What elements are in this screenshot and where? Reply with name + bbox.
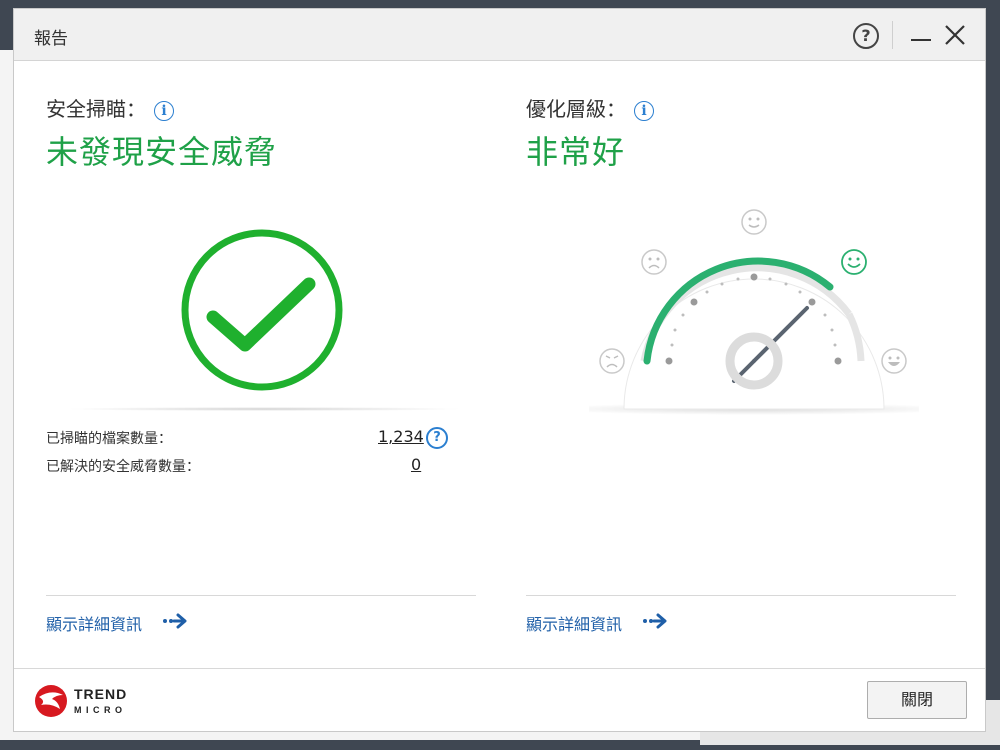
neutral-face-icon [741, 209, 767, 235]
optimization-gauge [589, 209, 919, 415]
optimization-label: 優化層級： [526, 97, 626, 121]
logo-line1: TREND [74, 686, 127, 702]
help-button[interactable]: ? [853, 23, 879, 49]
double-arrow-right-icon[interactable] [642, 611, 668, 631]
security-scan-heading: 安全掃瞄： i [46, 93, 174, 122]
dialog-footer: TREND MICRO 關閉 [14, 668, 985, 731]
report-dialog: 報告 ? 安全掃瞄： i 未發現安全威脅 已掃瞄的檔案數量： 1,234 ? 已解… [13, 8, 986, 732]
security-details-link[interactable]: 顯示詳細資訊 [46, 611, 142, 635]
smile-face-icon [841, 249, 867, 275]
title-bar: 報告 ? [14, 9, 985, 61]
minimize-button[interactable] [911, 39, 931, 41]
check-shadow [64, 407, 464, 411]
question-icon[interactable]: ? [426, 427, 448, 449]
optimization-status: 非常好 [526, 133, 626, 171]
resolved-threats-count[interactable]: 0 [411, 455, 421, 474]
security-scan-label: 安全掃瞄： [46, 97, 146, 121]
check-circle-icon [181, 229, 343, 391]
right-divider [526, 595, 956, 596]
info-icon[interactable]: i [154, 100, 174, 121]
scanned-files-count[interactable]: 1,234 [378, 427, 424, 446]
scanned-files-label: 已掃瞄的檔案數量： [46, 431, 172, 447]
optimization-details-link[interactable]: 顯示詳細資訊 [526, 611, 622, 635]
info-icon[interactable]: i [634, 100, 654, 121]
dialog-title: 報告 [34, 29, 68, 49]
happy-face-icon [881, 348, 907, 374]
angry-face-icon [599, 348, 625, 374]
sad-face-icon [641, 249, 667, 275]
left-divider [46, 595, 476, 596]
title-separator [892, 21, 893, 49]
security-status: 未發現安全威脅 [46, 133, 278, 171]
double-arrow-right-icon[interactable] [162, 611, 188, 631]
resolved-threats-label: 已解決的安全威脅數量： [46, 459, 200, 475]
optimization-heading: 優化層級： i [526, 93, 654, 122]
logo-line2: MICRO [74, 705, 127, 715]
close-icon[interactable] [943, 23, 967, 47]
close-dialog-button[interactable]: 關閉 [867, 681, 967, 719]
trend-micro-logo: TREND MICRO [35, 685, 127, 717]
